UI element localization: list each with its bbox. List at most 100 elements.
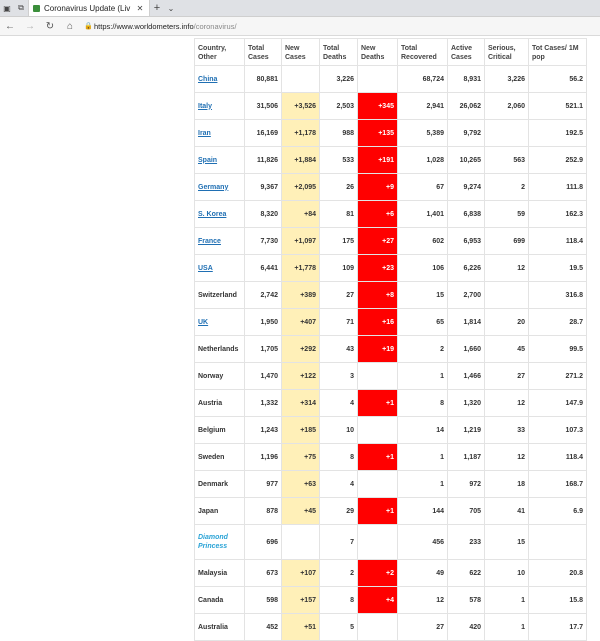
cell-cases-per-million: 192.5: [528, 119, 587, 147]
country-name: Japan: [198, 507, 219, 515]
header-total-deaths[interactable]: Total Deaths: [319, 38, 358, 66]
cell-new-cases: +122: [281, 362, 320, 390]
cell-cases-per-million: 111.8: [528, 173, 587, 201]
cell-serious-critical: 12: [484, 389, 529, 417]
cell-total-recovered: 456: [397, 524, 448, 560]
table-row: Spain 11,826 +1,884 533 +191 1,028 10,265 563 25…: [194, 146, 587, 174]
cell-country: Malaysia: [194, 559, 245, 587]
country-link[interactable]: Spain: [198, 157, 217, 164]
close-tab-icon[interactable]: ✕: [135, 4, 145, 13]
cell-active-cases: 2,700: [447, 281, 485, 309]
header-active-cases[interactable]: Active Cases: [447, 38, 485, 66]
cell-serious-critical: 2,060: [484, 92, 529, 120]
cell-new-deaths: +1: [357, 389, 398, 417]
cell-active-cases: 6,838: [447, 200, 485, 228]
set-aside-tabs-icon[interactable]: ⧉: [14, 0, 28, 16]
header-new-deaths[interactable]: New Deaths: [357, 38, 398, 66]
cell-total-cases: 80,881: [244, 65, 282, 93]
cell-new-cases: +75: [281, 443, 320, 471]
cell-country: Netherlands: [194, 335, 245, 363]
country-name: Diamond Princess: [198, 534, 228, 550]
cell-country: France: [194, 227, 245, 255]
cell-total-deaths: 2: [319, 559, 358, 587]
cell-new-cases: [281, 524, 320, 560]
country-name: Sweden: [198, 453, 225, 461]
cell-total-recovered: 1: [397, 362, 448, 390]
table-row: UK 1,950 +407 71 +16 65 1,814 20 28.7: [194, 308, 587, 336]
tab-coronavirus-update[interactable]: Coronavirus Update (Liv ✕: [28, 0, 150, 16]
cell-serious-critical: [484, 281, 529, 309]
refresh-icon[interactable]: ↻: [40, 21, 60, 32]
header-country[interactable]: Country, Other: [194, 38, 245, 66]
cell-active-cases: 972: [447, 470, 485, 498]
cell-new-deaths: +4: [357, 586, 398, 614]
cell-serious-critical: 27: [484, 362, 529, 390]
address-bar[interactable]: 🔒 https://www.worldometers.info /coronav…: [84, 20, 594, 33]
new-tab-button[interactable]: +: [150, 0, 164, 16]
cell-country: Sweden: [194, 443, 245, 471]
country-link[interactable]: Iran: [198, 130, 211, 137]
country-link[interactable]: France: [198, 238, 221, 245]
cell-new-cases: +314: [281, 389, 320, 417]
header-new-cases[interactable]: New Cases: [281, 38, 320, 66]
table-row: Germany 9,367 +2,095 26 +9 67 9,274 2 111.8: [194, 173, 587, 201]
coronavirus-cases-table: Country, Other Total Cases New Cases Tot…: [194, 38, 587, 641]
back-arrow-icon[interactable]: ←: [0, 21, 20, 32]
cell-country: UK: [194, 308, 245, 336]
cell-new-cases: +84: [281, 200, 320, 228]
cell-new-deaths: [357, 524, 398, 560]
table-row: Canada 598 +157 8 +4 12 578 1 15.8: [194, 586, 587, 614]
cell-cases-per-million: 20.8: [528, 559, 587, 587]
cell-total-deaths: 81: [319, 200, 358, 228]
cell-total-cases: 9,367: [244, 173, 282, 201]
cell-total-recovered: 144: [397, 497, 448, 525]
country-link[interactable]: UK: [198, 319, 208, 326]
cell-cases-per-million: [528, 524, 587, 560]
header-total-cases[interactable]: Total Cases: [244, 38, 282, 66]
cell-serious-critical: 12: [484, 443, 529, 471]
country-name: Canada: [198, 596, 224, 604]
cell-country: Switzerland: [194, 281, 245, 309]
country-link[interactable]: S. Korea: [198, 211, 226, 218]
country-link[interactable]: USA: [198, 265, 213, 272]
cell-country: Australia: [194, 613, 245, 641]
cell-serious-critical: [484, 119, 529, 147]
cell-country: Japan: [194, 497, 245, 525]
cell-cases-per-million: 271.2: [528, 362, 587, 390]
cell-total-cases: 16,169: [244, 119, 282, 147]
tab-actions-icon[interactable]: ▣: [0, 0, 14, 16]
cell-cases-per-million: 15.8: [528, 586, 587, 614]
cell-new-cases: +63: [281, 470, 320, 498]
country-link[interactable]: Germany: [198, 184, 228, 191]
cell-total-recovered: 14: [397, 416, 448, 444]
cell-serious-critical: 12: [484, 254, 529, 282]
cell-new-deaths: +135: [357, 119, 398, 147]
cell-serious-critical: 45: [484, 335, 529, 363]
cell-total-deaths: 8: [319, 586, 358, 614]
cell-new-deaths: +9: [357, 173, 398, 201]
cell-cases-per-million: 107.3: [528, 416, 587, 444]
cell-new-deaths: +27: [357, 227, 398, 255]
cell-country: Canada: [194, 586, 245, 614]
country-link[interactable]: Italy: [198, 103, 212, 110]
cell-total-recovered: 1: [397, 443, 448, 471]
forward-arrow-icon[interactable]: →: [20, 21, 40, 32]
cell-new-deaths: +2: [357, 559, 398, 587]
cell-total-deaths: 4: [319, 389, 358, 417]
header-total-recovered[interactable]: Total Recovered: [397, 38, 448, 66]
lock-icon[interactable]: 🔒: [84, 22, 94, 30]
cell-country: China: [194, 65, 245, 93]
table-row: Italy 31,506 +3,526 2,503 +345 2,941 26,062 2,0…: [194, 92, 587, 120]
cell-active-cases: 26,062: [447, 92, 485, 120]
cell-serious-critical: 15: [484, 524, 529, 560]
country-link[interactable]: China: [198, 76, 217, 83]
cell-total-cases: 8,320: [244, 200, 282, 228]
cell-total-deaths: 3: [319, 362, 358, 390]
cell-total-cases: 1,705: [244, 335, 282, 363]
cell-active-cases: 578: [447, 586, 485, 614]
header-serious-critical[interactable]: Serious, Critical: [484, 38, 529, 66]
cell-cases-per-million: 252.9: [528, 146, 587, 174]
header-cases-per-million[interactable]: Tot Cases/ 1M pop: [528, 38, 587, 66]
home-icon[interactable]: ⌂: [60, 21, 80, 32]
tab-list-chevron-icon[interactable]: ⌄: [164, 0, 178, 16]
